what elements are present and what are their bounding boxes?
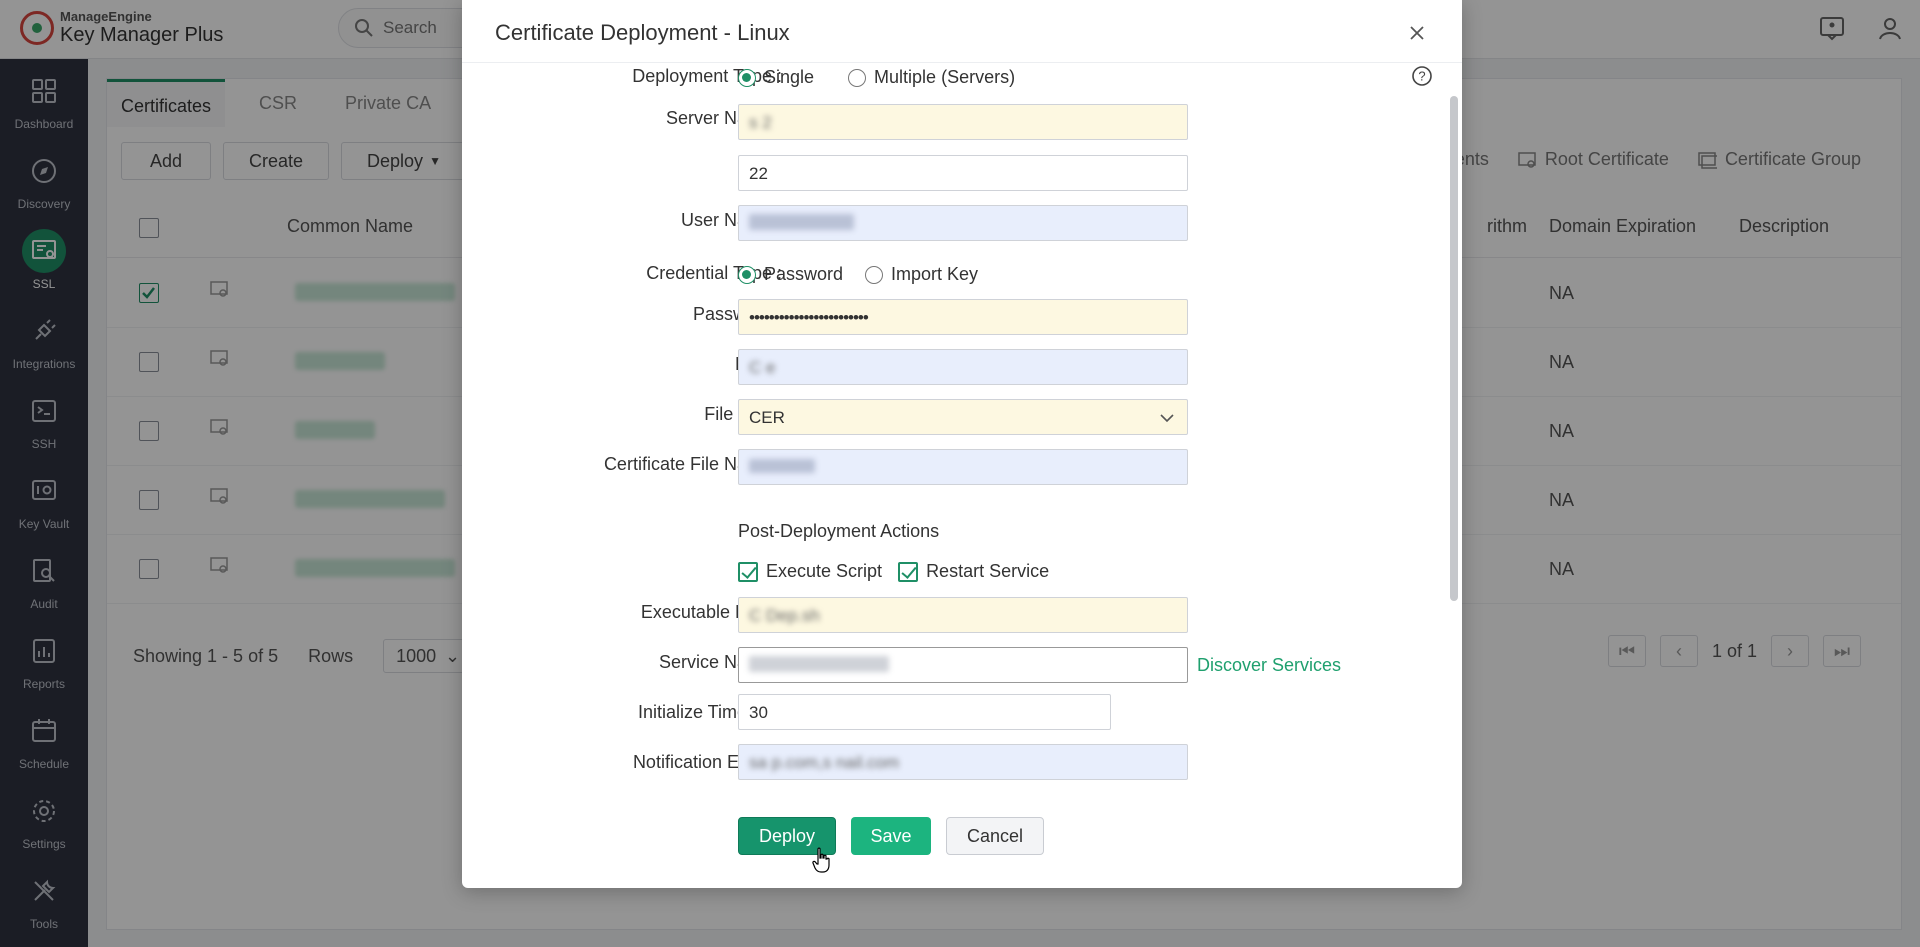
notification-email-value: sa p.com,s nail.com (749, 753, 900, 772)
user-name-field[interactable] (738, 205, 1188, 241)
save-button[interactable]: Save (851, 817, 931, 855)
file-type-select[interactable]: CER (738, 399, 1188, 435)
discover-services-link[interactable]: Discover Services (1197, 655, 1341, 676)
import-key-radio[interactable] (865, 265, 884, 284)
executable-path-value: C Dep.sh (749, 606, 820, 625)
password-radio-label[interactable]: Password (764, 264, 843, 285)
import-key-radio-label[interactable]: Import Key (891, 264, 978, 285)
help-icon[interactable]: ? (1411, 65, 1433, 87)
multiple-servers-radio[interactable] (848, 68, 867, 87)
chevron-down-icon (1160, 414, 1174, 423)
certificate-deployment-dialog: Certificate Deployment - Linux ? Deploym… (462, 0, 1462, 888)
post-deployment-title: Post-Deployment Actions (738, 521, 940, 541)
service-name-field[interactable] (738, 647, 1188, 683)
single-radio[interactable] (738, 68, 756, 87)
certificate-file-name-redacted (749, 459, 815, 473)
dialog-scrollbar[interactable] (1450, 96, 1458, 601)
password-label: Password : (692, 304, 782, 324)
certificate-file-name-field[interactable] (738, 449, 1188, 485)
path-value: C e (749, 358, 776, 377)
server-name-value: s 2 (749, 113, 772, 132)
port-field[interactable]: 22 (738, 155, 1188, 191)
certificate-file-name-label: Certificate File Name : (603, 454, 782, 474)
path-field[interactable]: C e (738, 349, 1188, 385)
executable-path-field[interactable]: C Dep.sh (738, 597, 1188, 633)
password-radio[interactable] (738, 265, 756, 284)
port-label: Port : (382, 156, 782, 177)
file-type-value: CER (749, 408, 785, 427)
restart-service-checkbox[interactable] (898, 561, 919, 582)
service-name-redacted (749, 656, 889, 672)
password-field[interactable]: •••••••••••••••••••••••• (738, 299, 1188, 335)
cancel-button[interactable]: Cancel (946, 817, 1044, 855)
notification-email-field[interactable]: sa p.com,s nail.com (738, 744, 1188, 780)
hand-pointer-cursor-icon (812, 847, 830, 873)
dialog-title: Certificate Deployment - Linux (495, 20, 790, 45)
password-value: •••••••••••••••••••••••• (749, 308, 869, 327)
executable-path-label: Executable Path : (640, 602, 782, 622)
deployment-type-label: Deployment Type : (632, 66, 782, 86)
port-value: 22 (749, 164, 768, 183)
initialize-timeout-field[interactable]: 30 (738, 694, 1111, 730)
credential-type-options: Password Import Key (738, 264, 978, 285)
multiple-servers-radio-label[interactable]: Multiple (Servers) (874, 67, 1015, 88)
server-name-label: Server Name : (665, 108, 782, 128)
server-name-field[interactable]: s 2 (738, 104, 1188, 140)
dialog-header: Certificate Deployment - Linux (462, 0, 1462, 63)
close-icon[interactable] (1406, 22, 1428, 44)
svg-text:?: ? (1418, 69, 1425, 84)
credential-type-label: Credential Type : (646, 263, 782, 283)
initialize-timeout-label: Initialize Timeout : (637, 702, 782, 722)
restart-service-label[interactable]: Restart Service (926, 561, 1049, 582)
user-name-label: User Name : (680, 210, 782, 230)
path-label: Path : (382, 354, 782, 375)
notification-email-label: Notification Email : (632, 752, 782, 772)
initialize-timeout-value: 30 (749, 703, 768, 722)
deployment-type-options: Single Multiple (Servers) (738, 67, 1015, 88)
execute-script-checkbox[interactable] (738, 561, 758, 582)
user-name-redacted (749, 214, 854, 230)
service-name-label: Service Name : (658, 652, 782, 672)
post-deployment-options: Execute Script Restart Service (738, 561, 1049, 582)
execute-script-label[interactable]: Execute Script (766, 561, 882, 582)
file-type-label: File Type: (704, 404, 782, 424)
single-radio-label[interactable]: Single (764, 67, 814, 88)
